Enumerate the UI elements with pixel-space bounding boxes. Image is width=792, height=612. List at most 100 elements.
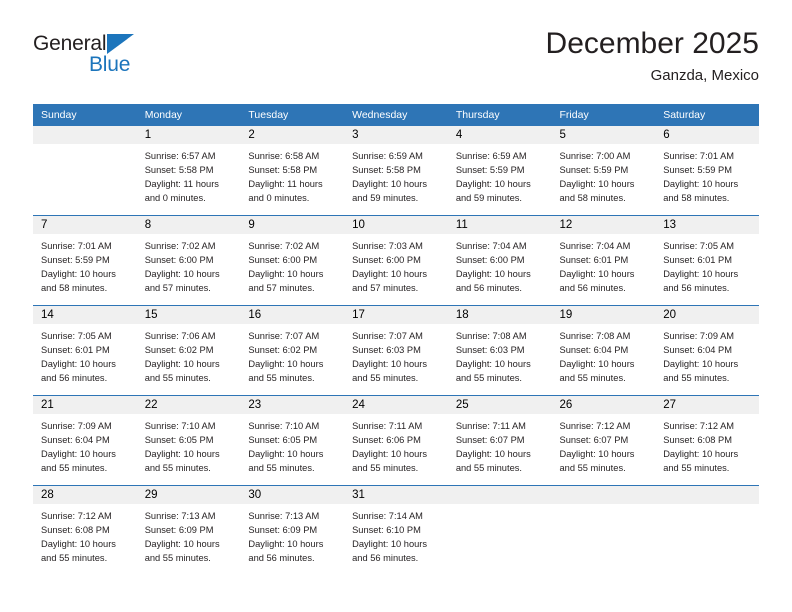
daylight-duration-line2: and 0 minutes. xyxy=(248,193,310,203)
calendar-day-cell[interactable]: 24 Sunrise: 7:11 AM Sunset: 6:06 PM Dayligh… xyxy=(344,395,448,486)
calendar-day-cell[interactable]: 29 Sunrise: 7:13 AM Sunset: 6:09 PM Dayligh… xyxy=(136,485,241,575)
sunrise-time: Sunrise: 7:09 AM xyxy=(41,421,112,431)
calendar-day-cell[interactable]: 21 Sunrise: 7:09 AM Sunset: 6:04 PM Dayligh… xyxy=(33,395,137,486)
calendar-day-cell[interactable]: 12 Sunrise: 7:04 AM Sunset: 6:01 PM Dayligh… xyxy=(551,215,656,306)
daylight-duration-line2: and 59 minutes. xyxy=(352,193,419,203)
calendar-day-cell[interactable]: 26 Sunrise: 7:12 AM Sunset: 6:07 PM Dayligh… xyxy=(551,395,656,486)
calendar-day-cell[interactable]: 19 Sunrise: 7:08 AM Sunset: 6:04 PM Dayligh… xyxy=(551,305,656,396)
day-details: Sunrise: 7:06 AM Sunset: 6:02 PM Daylight:… xyxy=(137,324,241,385)
calendar-day-cell[interactable]: 20 Sunrise: 7:09 AM Sunset: 6:04 PM Dayligh… xyxy=(655,305,759,396)
day-cell-inner xyxy=(447,486,552,575)
calendar-day-cell-empty xyxy=(447,485,552,575)
sunset-time: Sunset: 6:04 PM xyxy=(663,345,732,355)
day-details: Sunrise: 7:13 AM Sunset: 6:09 PM Daylight:… xyxy=(137,504,241,565)
sunset-time: Sunset: 6:10 PM xyxy=(352,525,421,535)
day-cell-inner: 16 Sunrise: 7:07 AM Sunset: 6:02 PM Dayligh… xyxy=(240,306,345,395)
sunrise-time: Sunrise: 7:11 AM xyxy=(352,421,423,431)
sunset-time: Sunset: 5:59 PM xyxy=(455,165,525,175)
day-number: 4 xyxy=(447,126,552,144)
daylight-duration-line2: and 55 minutes. xyxy=(455,463,522,473)
daylight-duration-line1: Daylight: 10 hours xyxy=(41,269,116,279)
dow-header-tuesday: Tuesday xyxy=(240,104,345,126)
day-number: 10 xyxy=(344,216,448,234)
day-number: 24 xyxy=(344,396,448,414)
calendar-day-cell[interactable]: 1 Sunrise: 6:57 AM Sunset: 5:58 PM Daylight… xyxy=(136,126,241,216)
sunset-time: Sunset: 6:02 PM xyxy=(248,345,318,355)
calendar-day-cell[interactable]: 22 Sunrise: 7:10 AM Sunset: 6:05 PM Dayligh… xyxy=(136,395,241,486)
calendar-day-cell[interactable]: 9 Sunrise: 7:02 AM Sunset: 6:00 PM Daylight… xyxy=(240,215,345,306)
calendar-body: 1 Sunrise: 6:57 AM Sunset: 5:58 PM Daylight… xyxy=(33,126,759,575)
calendar-day-cell[interactable]: 8 Sunrise: 7:02 AM Sunset: 6:00 PM Daylight… xyxy=(136,215,241,306)
sunset-time: Sunset: 6:04 PM xyxy=(41,435,110,445)
calendar-day-cell[interactable]: 16 Sunrise: 7:07 AM Sunset: 6:02 PM Dayligh… xyxy=(240,305,345,396)
day-details: Sunrise: 6:57 AM Sunset: 5:58 PM Daylight:… xyxy=(137,144,241,205)
sunset-time: Sunset: 5:59 PM xyxy=(559,165,629,175)
daylight-duration-line1: Daylight: 10 hours xyxy=(41,359,116,369)
day-number: 13 xyxy=(655,216,759,234)
daylight-duration-line2: and 56 minutes. xyxy=(41,373,108,383)
day-details: Sunrise: 7:04 AM Sunset: 6:01 PM Daylight:… xyxy=(552,234,656,295)
sunrise-time: Sunrise: 6:58 AM xyxy=(248,151,320,161)
daylight-duration-line1: Daylight: 10 hours xyxy=(41,539,116,549)
day-details: Sunrise: 7:12 AM Sunset: 6:08 PM Daylight:… xyxy=(655,414,759,475)
calendar-day-cell[interactable]: 6 Sunrise: 7:01 AM Sunset: 5:59 PM Daylight… xyxy=(655,126,759,216)
day-number: 17 xyxy=(344,306,448,324)
dow-header-friday: Friday xyxy=(551,104,656,126)
day-cell-inner: 25 Sunrise: 7:11 AM Sunset: 6:07 PM Dayligh… xyxy=(447,396,552,485)
day-number: 18 xyxy=(447,306,552,324)
day-number: 31 xyxy=(344,486,448,504)
day-cell-inner: 6 Sunrise: 7:01 AM Sunset: 5:59 PM Daylight… xyxy=(655,126,759,215)
calendar-day-cell[interactable]: 11 Sunrise: 7:04 AM Sunset: 6:00 PM Dayligh… xyxy=(447,215,552,306)
day-details: Sunrise: 7:02 AM Sunset: 6:00 PM Daylight:… xyxy=(240,234,344,295)
calendar-day-cell[interactable]: 28 Sunrise: 7:12 AM Sunset: 6:08 PM Dayligh… xyxy=(33,485,137,575)
day-cell-inner: 4 Sunrise: 6:59 AM Sunset: 5:59 PM Daylight… xyxy=(447,126,552,215)
sunrise-time: Sunrise: 7:12 AM xyxy=(559,421,631,431)
day-details: Sunrise: 7:09 AM Sunset: 6:04 PM Daylight:… xyxy=(33,414,137,475)
sunset-time: Sunset: 6:04 PM xyxy=(559,345,629,355)
calendar-day-cell[interactable]: 4 Sunrise: 6:59 AM Sunset: 5:59 PM Daylight… xyxy=(447,126,552,216)
dow-header-monday: Monday xyxy=(136,104,241,126)
daylight-duration-line1: Daylight: 10 hours xyxy=(248,269,324,279)
day-details: Sunrise: 7:00 AM Sunset: 5:59 PM Daylight:… xyxy=(552,144,656,205)
sunset-time: Sunset: 6:09 PM xyxy=(144,525,214,535)
triangle-icon xyxy=(107,34,134,54)
daylight-duration-line1: Daylight: 10 hours xyxy=(144,269,220,279)
daylight-duration-line1: Daylight: 10 hours xyxy=(144,359,220,369)
calendar-day-cell[interactable]: 3 Sunrise: 6:59 AM Sunset: 5:58 PM Daylight… xyxy=(344,126,448,216)
calendar-day-cell[interactable]: 31 Sunrise: 7:14 AM Sunset: 6:10 PM Dayligh… xyxy=(344,485,448,575)
daylight-duration-line2: and 55 minutes. xyxy=(559,463,626,473)
calendar-day-cell[interactable]: 30 Sunrise: 7:13 AM Sunset: 6:09 PM Dayligh… xyxy=(240,485,345,575)
day-cell-inner: 30 Sunrise: 7:13 AM Sunset: 6:09 PM Dayligh… xyxy=(240,486,345,575)
calendar-day-cell[interactable]: 7 Sunrise: 7:01 AM Sunset: 5:59 PM Daylight… xyxy=(33,215,137,306)
sunrise-time: Sunrise: 7:01 AM xyxy=(663,151,735,161)
day-cell-inner: 12 Sunrise: 7:04 AM Sunset: 6:01 PM Dayligh… xyxy=(551,216,656,305)
day-cell-inner: 29 Sunrise: 7:13 AM Sunset: 6:09 PM Dayligh… xyxy=(136,486,241,575)
calendar-day-cell[interactable]: 25 Sunrise: 7:11 AM Sunset: 6:07 PM Dayligh… xyxy=(447,395,552,486)
calendar-day-cell[interactable]: 13 Sunrise: 7:05 AM Sunset: 6:01 PM Dayligh… xyxy=(655,215,759,306)
daylight-duration-line2: and 58 minutes. xyxy=(559,193,626,203)
calendar-day-cell[interactable]: 27 Sunrise: 7:12 AM Sunset: 6:08 PM Dayligh… xyxy=(655,395,759,486)
logo-text-blue: Blue xyxy=(89,53,131,76)
calendar-day-cell[interactable]: 2 Sunrise: 6:58 AM Sunset: 5:58 PM Daylight… xyxy=(240,126,345,216)
calendar-day-cell[interactable]: 10 Sunrise: 7:03 AM Sunset: 6:00 PM Dayligh… xyxy=(344,215,448,306)
calendar-day-cell[interactable]: 17 Sunrise: 7:07 AM Sunset: 6:03 PM Dayligh… xyxy=(344,305,448,396)
day-cell-inner: 1 Sunrise: 6:57 AM Sunset: 5:58 PM Daylight… xyxy=(136,126,241,215)
daylight-duration-line1: Daylight: 10 hours xyxy=(352,449,428,459)
calendar-day-cell[interactable]: 14 Sunrise: 7:05 AM Sunset: 6:01 PM Dayligh… xyxy=(33,305,137,396)
calendar-day-cell[interactable]: 15 Sunrise: 7:06 AM Sunset: 6:02 PM Dayligh… xyxy=(136,305,241,396)
daylight-duration-line1: Daylight: 11 hours xyxy=(248,179,323,189)
day-cell-inner xyxy=(33,126,137,215)
daylight-duration-line1: Daylight: 10 hours xyxy=(663,269,739,279)
sunrise-time: Sunrise: 7:05 AM xyxy=(41,331,112,341)
sunset-time: Sunset: 6:07 PM xyxy=(455,435,525,445)
daylight-duration-line1: Daylight: 10 hours xyxy=(663,359,739,369)
calendar-week-row: 7 Sunrise: 7:01 AM Sunset: 5:59 PM Daylight… xyxy=(33,215,759,306)
calendar-day-cell-empty xyxy=(33,126,137,216)
general-blue-logo[interactable]: General Blue xyxy=(33,32,233,90)
day-details: Sunrise: 7:13 AM Sunset: 6:09 PM Daylight:… xyxy=(240,504,344,565)
day-number xyxy=(551,486,656,504)
calendar-day-cell[interactable]: 5 Sunrise: 7:00 AM Sunset: 5:59 PM Daylight… xyxy=(551,126,656,216)
calendar-day-cell[interactable]: 23 Sunrise: 7:10 AM Sunset: 6:05 PM Dayligh… xyxy=(240,395,345,486)
calendar-day-cell[interactable]: 18 Sunrise: 7:08 AM Sunset: 6:03 PM Dayligh… xyxy=(447,305,552,396)
day-number: 26 xyxy=(551,396,656,414)
